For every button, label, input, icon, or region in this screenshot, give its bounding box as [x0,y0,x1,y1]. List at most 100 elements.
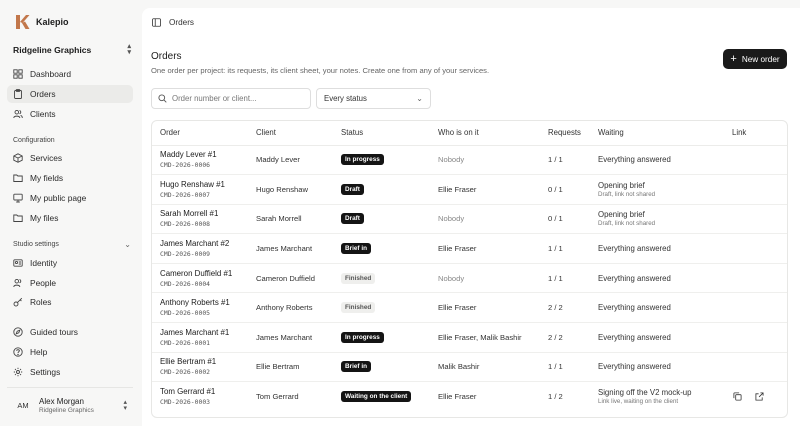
users-icon [13,109,23,119]
search-input[interactable] [172,94,302,103]
link-cell [732,352,787,383]
sidebar-item-people[interactable]: People [7,274,133,292]
order-code: CMD-2026-0003 [160,398,211,407]
order-name[interactable]: James Marchant #2 [160,239,256,248]
order-name[interactable]: Ellie Bertram #1 [160,357,256,366]
copy-icon[interactable] [733,392,742,401]
table-row[interactable]: Hugo Renshaw #1 CMD-2026-0007 Hugo Renshaw… [152,174,787,205]
sidebar-item-label: My files [30,213,59,223]
column-header-requests[interactable]: Requests [548,121,598,146]
sidebar-item-label: Roles [30,297,52,307]
sidebar-item-label: People [30,278,57,288]
assignee-cell: Ellie Fraser [438,174,548,205]
sidebar-item-my-public-page[interactable]: My public page [7,189,133,207]
link-cell [732,322,787,353]
order-cell: Maddy Lever #1 CMD-2026-0006 [152,145,256,176]
user-profile-menu[interactable]: AM Alex Morgan Ridgeline Graphics ▴ ▾ [7,387,133,419]
people-icon [13,278,22,288]
page-title: Orders [151,51,182,62]
studio-settings-section-toggle[interactable]: Studio settings ⌄ [13,240,131,249]
sidebar-item-clients[interactable]: Clients [7,105,133,123]
waiting-status: Everything answered [598,303,671,313]
sidebar-item-label: Clients [30,109,56,119]
order-name[interactable]: Maddy Lever #1 [160,150,256,159]
sidebar-item-label: Guided tours [30,327,78,337]
waiting-status: Everything answered [598,362,671,372]
table-row[interactable]: James Marchant #2 CMD-2026-0009 James Marc… [152,233,787,264]
sidebar-item-orders[interactable]: Orders [7,85,133,103]
order-code: CMD-2026-0002 [160,368,211,377]
search-box[interactable] [151,88,311,109]
folder-icon [13,214,23,222]
box-icon [13,153,23,163]
plus-icon: + [730,53,737,65]
waiting-cell: Everything answered [598,292,732,324]
compass-icon [13,327,23,337]
sidebar-toggle-icon[interactable] [152,17,161,27]
sidebar-item-help[interactable]: Help [7,343,133,361]
link-cell [732,145,787,176]
column-header-status[interactable]: Status [341,121,438,146]
sidebar-item-my-files[interactable]: My files [7,209,133,227]
grid-icon [13,69,23,79]
table-row[interactable]: Ellie Bertram #1 CMD-2026-0002 Ellie Bertr… [152,352,787,383]
sidebar-item-settings[interactable]: Settings [7,363,133,381]
order-code: CMD-2026-0005 [160,309,211,318]
column-header-link[interactable]: Link [732,121,787,146]
external-link-icon[interactable] [755,392,764,401]
column-header-client[interactable]: Client [256,121,341,146]
order-name[interactable]: Sarah Morrell #1 [160,209,256,218]
order-code: CMD-2026-0007 [160,190,211,199]
table-row[interactable]: Cameron Duffield #1 CMD-2026-0004 Cameron … [152,263,787,294]
link-cell [732,174,787,205]
assignee-cell: Nobody [438,204,548,235]
link-cell [732,263,787,294]
client-cell: Maddy Lever [256,145,341,176]
table-row[interactable]: Anthony Roberts #1 CMD-2026-0005 Anthony R… [152,292,787,324]
chevron-updown-icon: ▴ ▾ [123,398,127,412]
app-name: Kalepio [36,17,69,27]
order-cell: James Marchant #1 CMD-2026-0001 [152,322,256,353]
waiting-status: Everything answered [598,332,671,342]
status-cell: In progress [341,322,438,353]
link-cell [732,382,787,412]
search-icon [158,94,167,103]
order-code: CMD-2026-0008 [160,220,211,229]
requests-cell: 0 / 1 [548,204,598,235]
client-cell: Hugo Renshaw [256,174,341,205]
waiting-status: Opening brief [598,210,645,220]
sidebar-item-dashboard[interactable]: Dashboard [7,65,133,83]
column-header-order[interactable]: Order [152,121,256,146]
sidebar-item-roles[interactable]: Roles [7,293,133,311]
status-filter-select[interactable]: Every status ⌄ [316,88,431,109]
brand[interactable]: Kalepio [14,14,69,30]
column-header-who[interactable]: Who is on it [438,121,548,146]
new-order-button[interactable]: + New order [723,49,787,69]
table-row[interactable]: James Marchant #1 CMD-2026-0001 James Marc… [152,322,787,353]
status-cell: Brief in [341,233,438,264]
sidebar-item-services[interactable]: Services [7,149,133,167]
order-name[interactable]: Cameron Duffield #1 [160,269,256,278]
gear-icon [13,367,23,377]
waiting-status: Signing off the V2 mock-up [598,388,692,398]
order-name[interactable]: Hugo Renshaw #1 [160,180,256,189]
order-name[interactable]: Tom Gerrard #1 [160,387,256,396]
status-badge: Draft [341,213,364,225]
id-icon [13,259,23,267]
sidebar-item-label: Services [30,153,63,163]
link-cell [732,292,787,324]
table-row[interactable]: Tom Gerrard #1 CMD-2026-0003 Tom Gerrard Wa… [152,382,787,412]
workspace-switcher[interactable]: Ridgeline Graphics ▴ ▾ [13,43,131,56]
sidebar-item-identity[interactable]: Identity [7,254,133,272]
sidebar-item-my-fields[interactable]: My fields [7,169,133,187]
sidebar-item-guided-tours[interactable]: Guided tours [7,323,133,341]
order-name[interactable]: Anthony Roberts #1 [160,298,256,307]
table-row[interactable]: Maddy Lever #1 CMD-2026-0006 Maddy Lever In… [152,145,787,176]
clipboard-icon [14,89,22,99]
column-header-waiting[interactable]: Waiting [598,121,732,146]
order-name[interactable]: James Marchant #1 [160,328,256,337]
client-cell: James Marchant [256,233,341,264]
table-header-row: Order Client Status Who is on it Request… [152,121,787,146]
table-row[interactable]: Sarah Morrell #1 CMD-2026-0008 Sarah Morre… [152,204,787,235]
waiting-cell: Opening brief Draft, link not shared [598,204,732,235]
